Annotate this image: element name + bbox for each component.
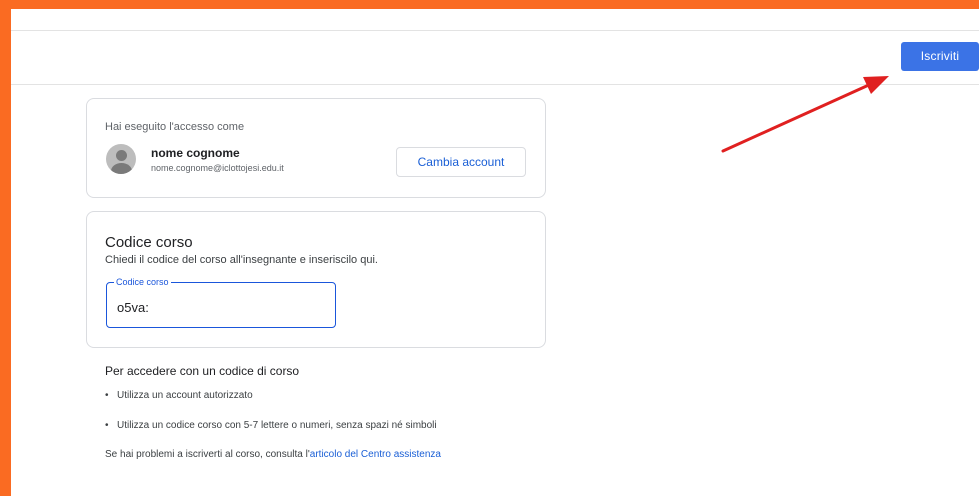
help-item: • Utilizza un account autorizzato bbox=[105, 390, 253, 401]
user-email: nome.cognome@iclottojesi.edu.it bbox=[151, 163, 284, 173]
bullet-icon: • bbox=[105, 420, 109, 431]
help-footer-text: Se hai problemi a iscriverti al corso, c… bbox=[105, 449, 310, 460]
avatar-body-icon bbox=[111, 163, 132, 174]
annotation-arrow-icon bbox=[721, 76, 889, 153]
help-footer: Se hai problemi a iscriverti al corso, c… bbox=[105, 449, 441, 460]
bullet-icon: • bbox=[105, 390, 109, 401]
signed-in-label: Hai eseguito l'accesso come bbox=[105, 121, 245, 133]
course-code-card: Codice corso Chiedi il codice del corso … bbox=[86, 211, 546, 348]
help-center-link[interactable]: articolo del Centro assistenza bbox=[310, 449, 441, 460]
course-code-title: Codice corso bbox=[105, 234, 193, 251]
avatar-head-icon bbox=[116, 150, 127, 161]
course-code-subtitle: Chiedi il codice del corso all'insegnant… bbox=[105, 254, 378, 266]
help-item: • Utilizza un codice corso con 5-7 letter… bbox=[105, 420, 437, 431]
avatar bbox=[106, 144, 136, 174]
help-item-text: Utilizza un account autorizzato bbox=[117, 390, 253, 401]
join-button[interactable]: Iscriviti bbox=[901, 42, 979, 71]
user-name: nome cognome bbox=[151, 146, 240, 160]
help-item-text: Utilizza un codice corso con 5-7 lettere… bbox=[117, 420, 437, 431]
course-code-field-label: Codice corso bbox=[114, 276, 171, 288]
join-class-page: Iscriviti Hai eseguito l'accesso come no… bbox=[11, 9, 979, 496]
top-divider bbox=[11, 30, 979, 31]
help-title: Per accedere con un codice di corso bbox=[105, 364, 300, 378]
switch-account-button[interactable]: Cambia account bbox=[396, 147, 526, 177]
course-code-input[interactable] bbox=[117, 298, 317, 316]
account-card: Hai eseguito l'accesso come nome cognome… bbox=[86, 98, 546, 198]
course-code-field[interactable]: Codice corso bbox=[106, 276, 336, 328]
